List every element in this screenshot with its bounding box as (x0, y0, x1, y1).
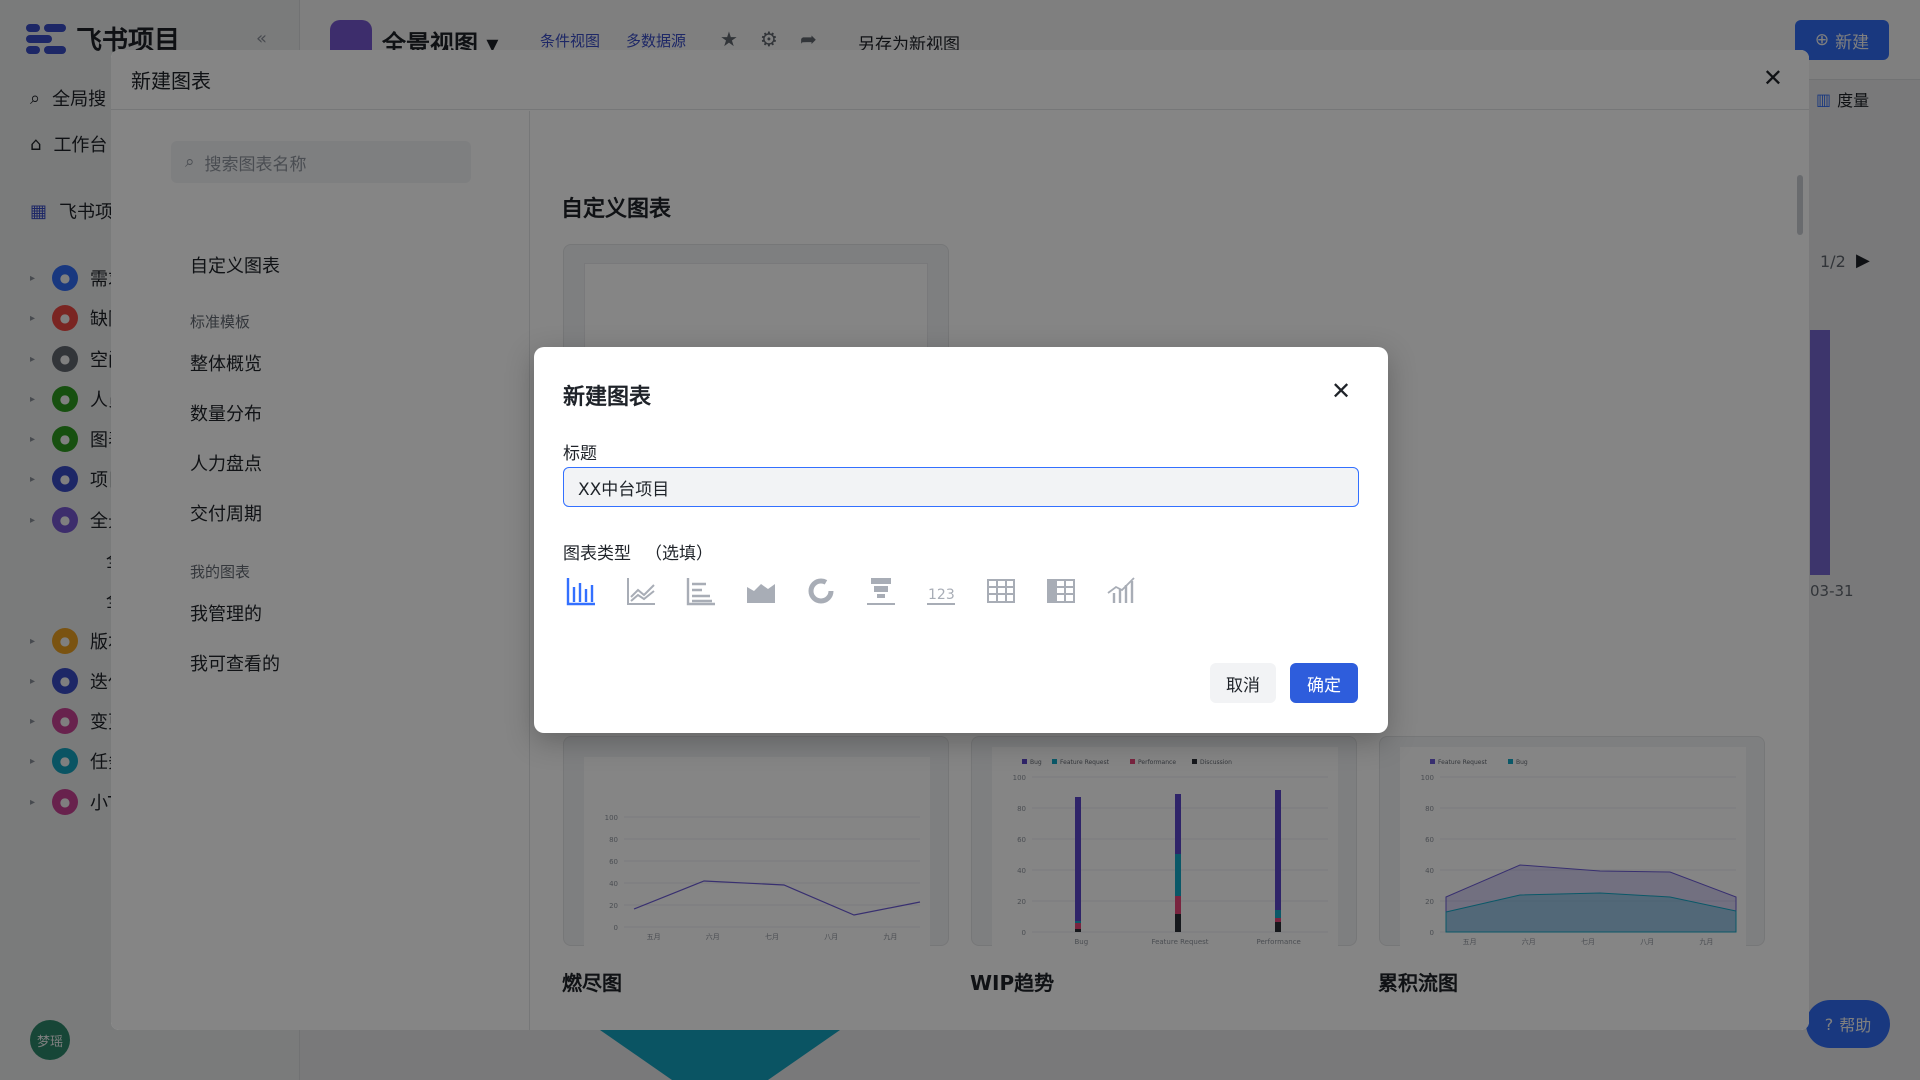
bar-chart-icon[interactable] (563, 573, 599, 609)
chart-type-picker: 123 (563, 573, 1139, 609)
combo-chart-icon[interactable] (1103, 573, 1139, 609)
area-chart-icon[interactable] (743, 573, 779, 609)
chart-type-label: 图表类型 （选填） (563, 544, 713, 564)
number-card-icon[interactable]: 123 (923, 573, 959, 609)
pivot-table-icon[interactable] (1043, 573, 1079, 609)
confirm-button[interactable]: 确定 (1290, 663, 1358, 703)
dialog-close-icon[interactable]: ✕ (1331, 377, 1351, 405)
cancel-button[interactable]: 取消 (1210, 663, 1276, 703)
table-icon[interactable] (983, 573, 1019, 609)
line-chart-icon[interactable] (623, 573, 659, 609)
funnel-chart-icon[interactable] (863, 573, 899, 609)
horizontal-bar-icon[interactable] (683, 573, 719, 609)
title-field-label: 标题 (563, 444, 597, 464)
donut-chart-icon[interactable] (803, 573, 839, 609)
svg-text:123: 123 (928, 587, 955, 603)
new-chart-dialog: 新建图表 ✕ 标题 图表类型（选填） 123 取消 确定 (534, 347, 1388, 733)
title-input[interactable] (563, 467, 1359, 507)
dialog-title: 新建图表 (563, 385, 652, 410)
